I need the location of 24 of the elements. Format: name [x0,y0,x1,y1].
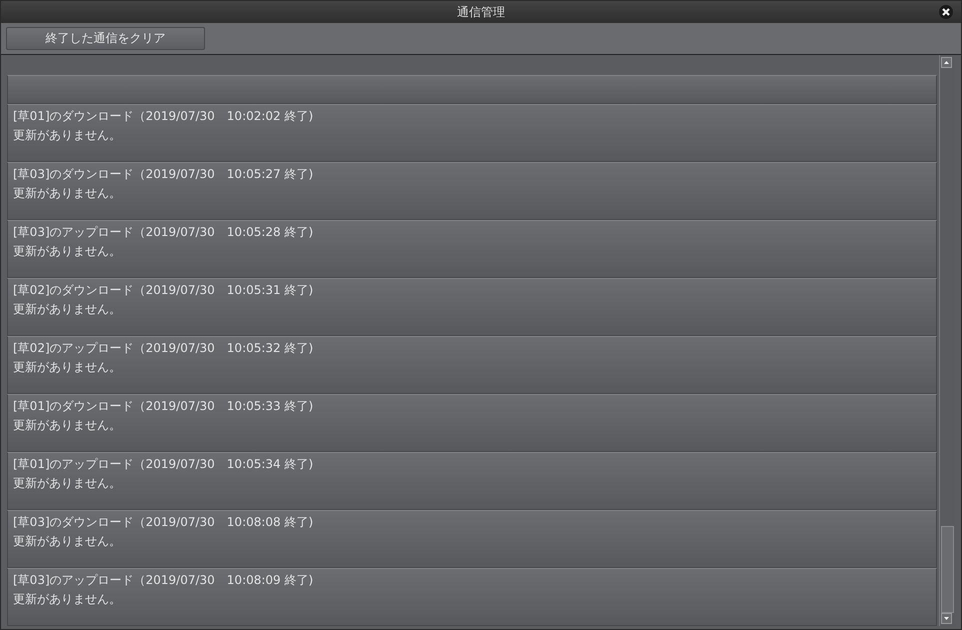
transfer-title: [草03]のダウンロード（2019/07/30 10:05:27 終了) [13,166,314,183]
transfer-title: [草03]のダウンロード（2019/07/30 10:08:08 終了) [13,514,314,531]
transfer-title: [草02]のアップロード（2019/07/30 10:05:32 終了) [13,340,314,357]
transfer-message: 更新がありません。 [13,417,122,434]
transfer-title: [草03]のアップロード（2019/07/30 10:05:28 終了) [13,224,314,241]
close-icon[interactable] [939,5,953,19]
scroll-thumb[interactable] [941,526,954,613]
transfer-message: 更新がありません。 [13,533,122,550]
scroll-up-icon[interactable] [941,57,952,68]
transfer-message: 更新がありません。 [13,185,122,202]
transfer-message: 更新がありません。 [13,591,122,608]
transfer-message: 更新がありません。 [13,359,122,376]
transfer-title: [草03]のアップロード（2019/07/30 10:08:09 終了) [13,572,314,589]
transfer-title: [草01]のダウンロード（2019/07/30 10:02:02 終了) [13,108,314,125]
transfer-message: 更新がありません。 [13,475,122,492]
transfer-message: 更新がありません。 [13,243,122,260]
clear-finished-button[interactable]: 終了した通信をクリア [6,27,205,50]
transfer-message: 更新がありません。 [13,127,122,144]
transfer-title: [草01]のアップロード（2019/07/30 10:05:34 終了) [13,456,314,473]
scroll-down-icon[interactable] [941,613,952,624]
transfer-title: [草02]のダウンロード（2019/07/30 10:05:31 終了) [13,282,314,299]
window-title: 通信管理 [457,4,505,20]
transfer-title: [草01]のダウンロード（2019/07/30 10:05:33 終了) [13,398,314,415]
transfer-message: 更新がありません。 [13,301,122,318]
